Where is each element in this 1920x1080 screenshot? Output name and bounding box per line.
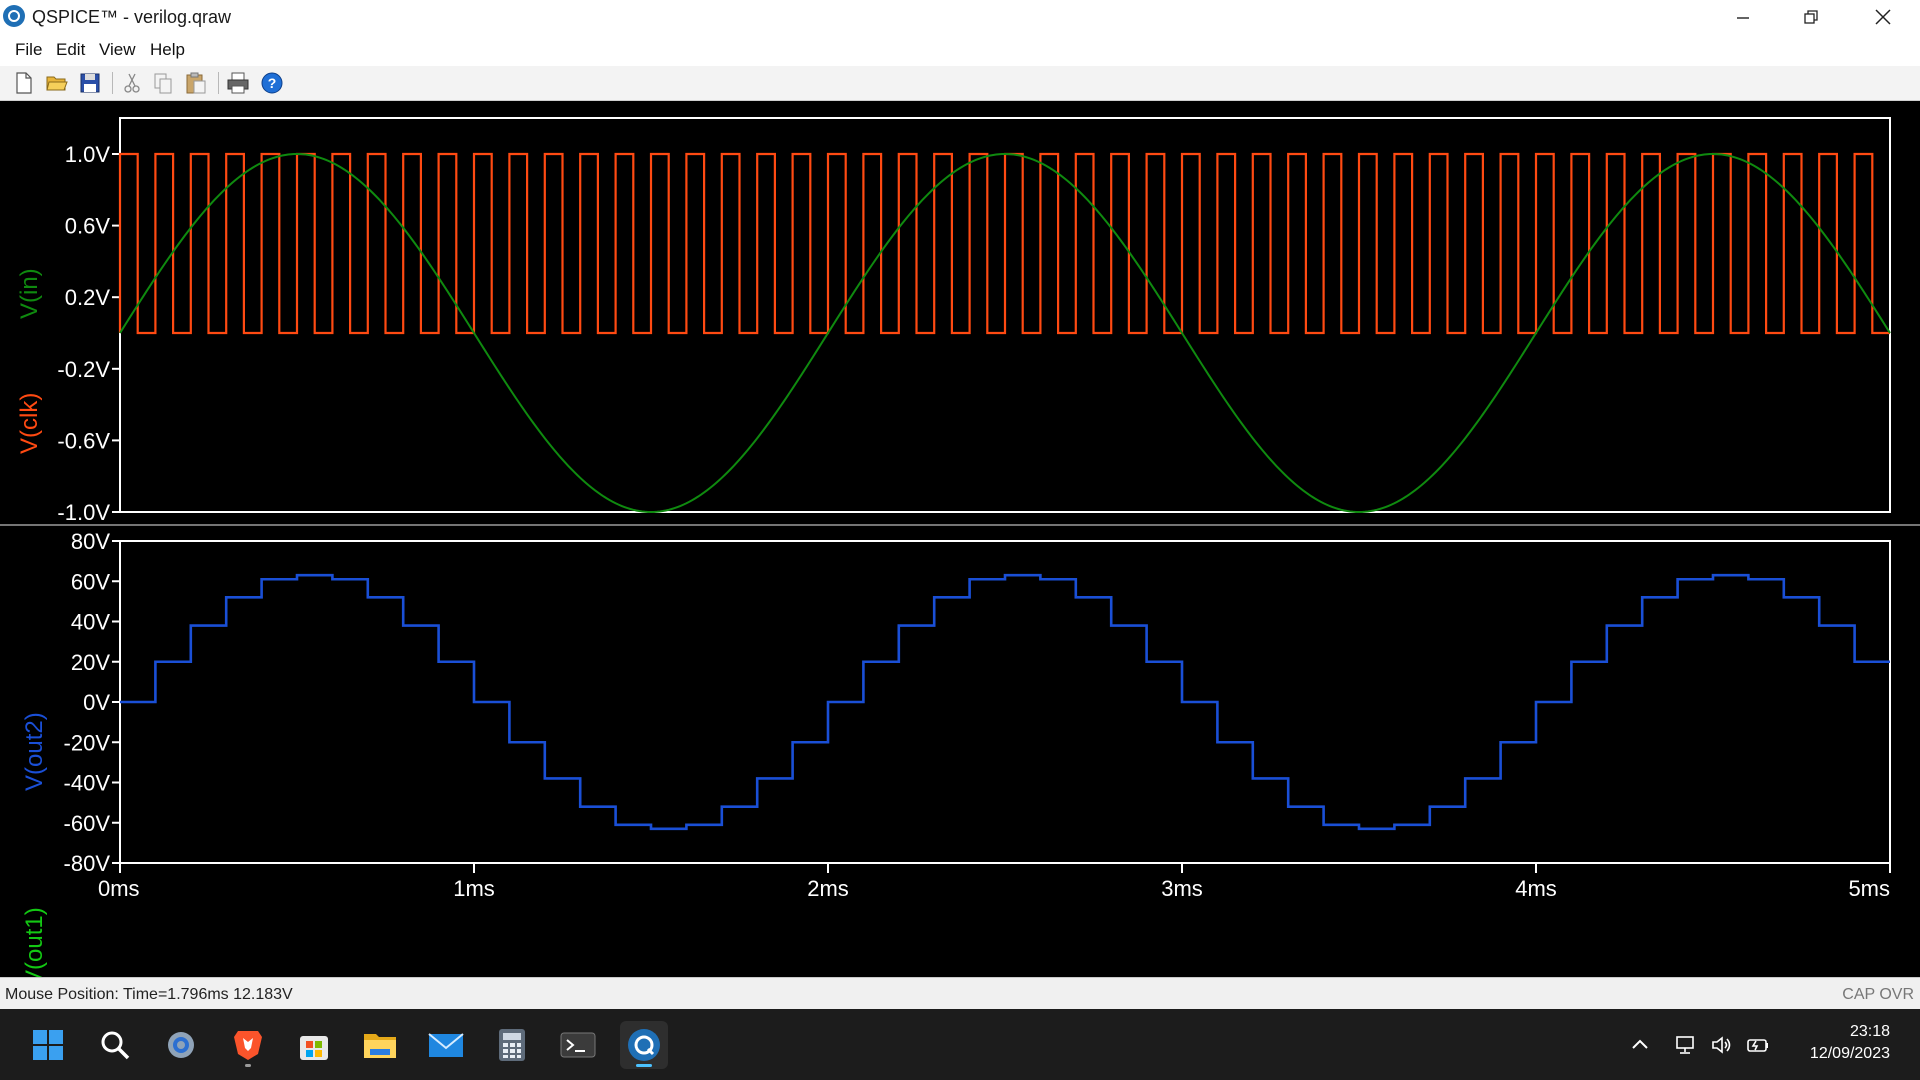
menu-file[interactable]: File	[15, 40, 42, 60]
taskbar: 23:18 12/09/2023	[0, 1009, 1920, 1080]
menu-view[interactable]: View	[99, 40, 136, 60]
x-tick-label: 4ms	[1515, 876, 1557, 901]
qspice-app-button[interactable]	[620, 1021, 668, 1069]
x-tick-label: 3ms	[1161, 876, 1203, 901]
y-tick-label: -1.0V	[57, 500, 110, 525]
file-explorer-icon	[364, 1034, 396, 1058]
svg-text:?: ?	[268, 75, 277, 91]
calculator-app-button[interactable]	[488, 1021, 536, 1069]
settings-icon	[168, 1032, 194, 1058]
bottom-pane: 80V 60V 40V 20V 0V -20V -40V -60V -80V 0ms 1ms 2ms…	[21, 529, 1891, 977]
y-tick-label: 1.0V	[65, 142, 111, 167]
volume-icon[interactable]	[1710, 1033, 1734, 1057]
toolbar-separator	[218, 72, 219, 94]
toolbar: ?	[0, 66, 1920, 101]
store-app-button[interactable]	[290, 1021, 338, 1069]
waveform-plot[interactable]: 1.0V 0.6V 0.2V -0.2V -0.6V -1.0V V(in) V(clk)…	[0, 101, 1920, 977]
vclk-trace-label: V(clk)	[16, 393, 43, 454]
minimize-button[interactable]	[1710, 0, 1776, 34]
terminal-icon	[560, 1032, 596, 1058]
vout1-trace-label: V(out1)	[21, 907, 48, 977]
y-tick-label: -0.2V	[57, 357, 110, 382]
y-tick-label: -0.6V	[57, 428, 110, 453]
x-tick-label: 5ms	[1848, 876, 1890, 901]
vout2-trace[interactable]	[120, 573, 1890, 831]
file-explorer-app-button[interactable]	[356, 1021, 404, 1069]
new-file-icon[interactable]	[12, 71, 36, 95]
battery-icon[interactable]	[1746, 1033, 1770, 1057]
qspice-app-icon	[3, 5, 25, 27]
restore-button[interactable]	[1778, 0, 1844, 34]
mail-app-button[interactable]	[422, 1021, 470, 1069]
close-button[interactable]	[1850, 0, 1916, 34]
clock-time: 23:18	[1849, 1023, 1890, 1040]
y-tick-label: 0V	[83, 690, 110, 715]
network-icon[interactable]	[1674, 1033, 1698, 1057]
y-tick-label: 0.2V	[65, 285, 111, 310]
open-folder-icon[interactable]	[45, 71, 69, 95]
y-tick-label: 60V	[71, 569, 110, 594]
start-button[interactable]	[24, 1021, 72, 1069]
close-icon	[1875, 9, 1891, 25]
search-button[interactable]	[91, 1021, 139, 1069]
y-tick-label: 20V	[71, 650, 110, 675]
help-icon[interactable]: ?	[260, 71, 284, 95]
search-icon	[101, 1031, 130, 1060]
menu-help[interactable]: Help	[150, 40, 185, 60]
store-icon	[300, 1036, 328, 1060]
paste-icon[interactable]	[184, 71, 208, 95]
settings-app-button[interactable]	[157, 1021, 205, 1069]
y-tick-label: -40V	[64, 771, 111, 796]
vclk-trace[interactable]	[118, 152, 1890, 335]
y-tick-label: -60V	[64, 811, 111, 836]
minimize-icon	[1737, 17, 1749, 19]
running-indicator	[245, 1064, 251, 1067]
keyboard-flags: CAP OVR	[1842, 986, 1914, 1003]
x-tick-label: 1ms	[453, 876, 495, 901]
brave-app-button[interactable]	[224, 1021, 272, 1069]
x-tick-label: 2ms	[807, 876, 849, 901]
y-tick-label: -20V	[64, 730, 111, 755]
vin-trace-label: V(in)	[16, 268, 43, 319]
calculator-icon	[499, 1029, 525, 1061]
top-pane: 1.0V 0.6V 0.2V -0.2V -0.6V -1.0V V(in) V(clk)	[16, 117, 1891, 525]
mail-icon	[428, 1033, 464, 1057]
menu-edit[interactable]: Edit	[56, 40, 85, 60]
y-tick-label: 80V	[71, 529, 110, 554]
title-bar: QSPICE™ - verilog.qraw	[0, 0, 1920, 34]
chevron-up-icon[interactable]	[1628, 1033, 1652, 1057]
y-tick-label: 40V	[71, 610, 110, 635]
copy-icon[interactable]	[151, 71, 175, 95]
print-icon[interactable]	[226, 71, 250, 95]
save-icon[interactable]	[78, 71, 102, 95]
system-clock[interactable]: 23:18 12/09/2023	[1780, 1021, 1890, 1065]
start-icon	[33, 1030, 63, 1060]
x-tick-label: 0ms	[98, 876, 140, 901]
y-tick-label: -80V	[64, 851, 111, 876]
toolbar-separator	[112, 72, 113, 94]
menu-bar: File Edit View Help	[0, 34, 1920, 66]
restore-icon	[1804, 10, 1818, 24]
vout2-trace-label: V(out2)	[21, 712, 48, 791]
window-title: QSPICE™ - verilog.qraw	[32, 7, 232, 27]
status-bar: Mouse Position: Time=1.796ms 12.183V CAP…	[0, 977, 1920, 1010]
mouse-position-readout: Mouse Position: Time=1.796ms 12.183V	[5, 986, 293, 1003]
active-indicator	[636, 1064, 652, 1067]
cut-icon[interactable]	[120, 71, 144, 95]
y-tick-label: 0.6V	[65, 214, 111, 239]
bottom-pane-frame	[119, 540, 1891, 864]
waveform-viewer[interactable]: 1.0V 0.6V 0.2V -0.2V -0.6V -1.0V V(in) V(clk)…	[0, 101, 1920, 977]
terminal-app-button[interactable]	[554, 1021, 602, 1069]
qspice-icon	[628, 1029, 660, 1061]
clock-date: 12/09/2023	[1809, 1045, 1890, 1062]
brave-icon	[234, 1031, 262, 1060]
